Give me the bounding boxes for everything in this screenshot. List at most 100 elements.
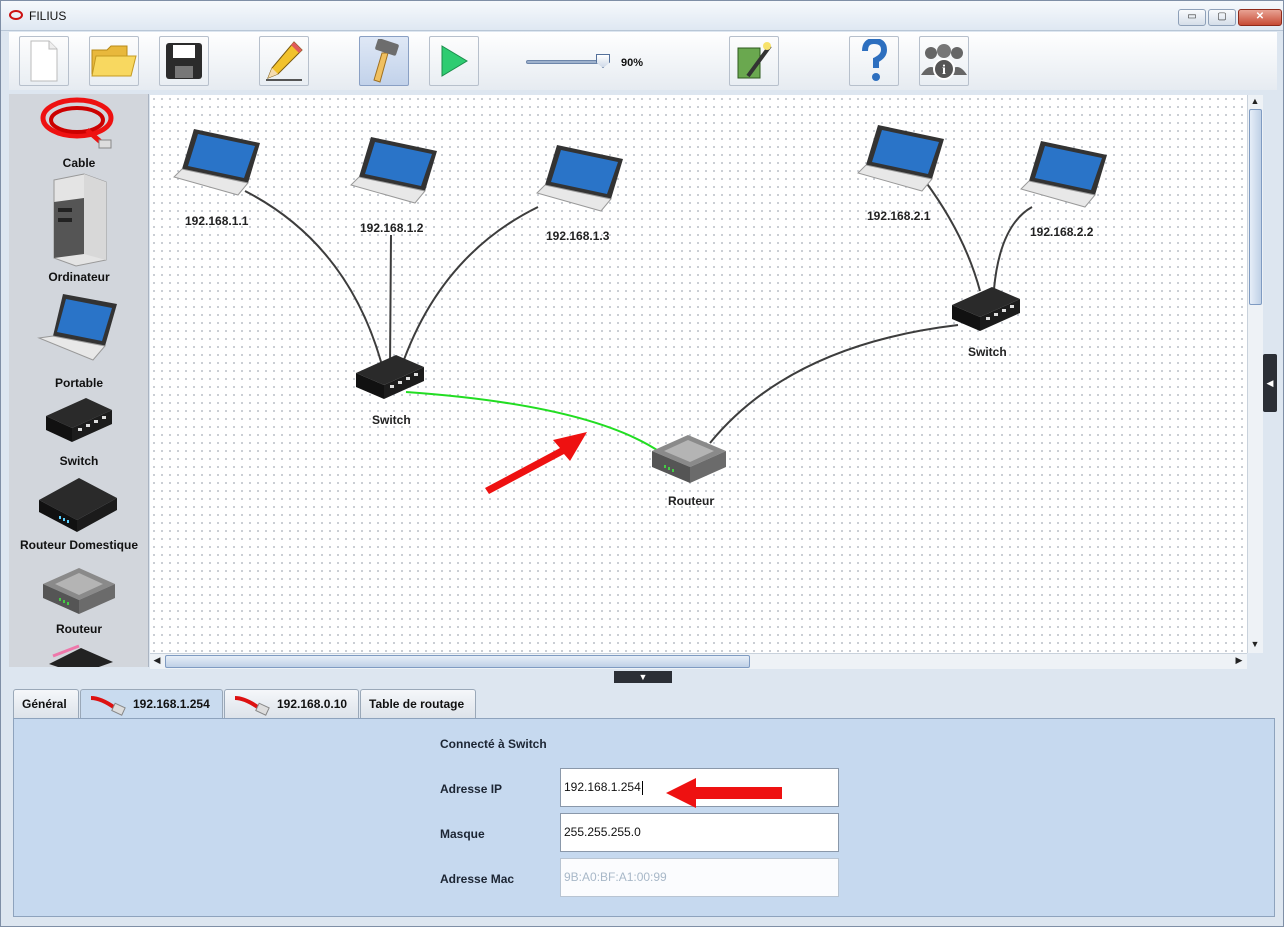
switch-icon <box>46 398 112 442</box>
palette-router[interactable] <box>9 560 148 623</box>
mac-address-label: Adresse Mac <box>440 872 515 886</box>
router-label: Routeur <box>668 494 714 508</box>
close-button[interactable]: ✕ <box>1238 9 1282 26</box>
annotation-arrow <box>485 432 587 494</box>
cable-icon <box>40 97 114 149</box>
laptop-device <box>1020 141 1107 208</box>
scroll-right-arrow-icon[interactable]: ▶ <box>1232 655 1246 666</box>
zoom-level: 90% <box>621 57 644 69</box>
cable-link <box>709 324 959 444</box>
tab-routing-table-label: Table de routage <box>369 697 465 711</box>
pencil-icon <box>266 41 303 81</box>
computer-tower-icon <box>53 173 107 267</box>
magic-book-icon <box>737 42 772 79</box>
palette-label-computer: Ordinateur <box>48 270 110 284</box>
palette-label-home-router: Routeur Domestique <box>19 538 138 552</box>
palette-label-cable: Cable <box>62 156 96 170</box>
switch-label: Switch <box>968 345 1007 359</box>
design-mode-button[interactable] <box>259 36 309 86</box>
tab-general-label: Général <box>22 697 67 711</box>
text-caret <box>641 780 643 795</box>
horizontal-scrollbar[interactable]: ◀ ▶ <box>150 653 1247 669</box>
mac-address-input: 9B:A0:BF:A1:00:99 <box>560 858 839 897</box>
home-router-icon <box>39 478 117 532</box>
folder-icon <box>91 45 137 77</box>
floppy-disk-icon <box>166 43 202 79</box>
palette-cable[interactable] <box>9 96 148 159</box>
laptop-label: 192.168.1.2 <box>360 221 424 235</box>
zoom-slider-thumb[interactable] <box>596 54 610 68</box>
cable-connector-icon <box>234 695 270 716</box>
cable-link <box>389 234 392 368</box>
switch-device <box>952 287 1020 331</box>
minimize-button[interactable]: ▭ <box>1178 9 1206 26</box>
ip-address-value: 192.168.1.254 <box>564 780 641 794</box>
window-title: FILIUS <box>29 9 67 23</box>
scroll-down-arrow-icon[interactable]: ▼ <box>1248 639 1262 649</box>
palette-label-laptop: Portable <box>54 376 103 390</box>
router-icon <box>43 568 115 614</box>
play-icon <box>441 45 468 77</box>
subnet-mask-label: Masque <box>440 827 485 841</box>
tab-interface-2[interactable]: 192.168.0.10 <box>224 689 359 718</box>
tab-interface-2-label: 192.168.0.10 <box>277 697 348 711</box>
cable-connector-icon <box>90 695 126 716</box>
laptop-device <box>173 129 260 196</box>
palette-label-switch: Switch <box>59 454 99 468</box>
laptop-label: 192.168.2.2 <box>1030 225 1094 239</box>
switch-label: Switch <box>372 413 411 427</box>
save-file-button[interactable] <box>159 36 209 86</box>
horizontal-scroll-thumb[interactable] <box>165 655 750 668</box>
subnet-mask-input[interactable]: 255.255.255.0 <box>560 813 839 852</box>
build-mode-button[interactable] <box>359 36 409 86</box>
vertical-scroll-thumb[interactable] <box>1249 109 1262 305</box>
info-users-icon: i <box>921 44 967 80</box>
laptop-label: 192.168.1.3 <box>546 229 610 243</box>
question-mark-icon <box>862 39 888 81</box>
tab-routing-table[interactable]: Table de routage <box>360 689 476 718</box>
palette-label-router: Routeur <box>56 622 102 636</box>
hammer-icon <box>373 39 399 83</box>
palette-home-router[interactable] <box>9 472 148 539</box>
ip-address-label: Adresse IP <box>440 782 503 796</box>
tab-general[interactable]: Général <box>13 689 79 718</box>
tab-interface-1-label: 192.168.1.254 <box>133 697 210 711</box>
about-button[interactable]: i <box>919 36 969 86</box>
simulate-button[interactable] <box>429 36 479 86</box>
scroll-up-arrow-icon[interactable]: ▲ <box>1248 96 1262 106</box>
maximize-button[interactable]: ▢ <box>1208 9 1236 26</box>
help-button[interactable] <box>849 36 899 86</box>
connected-to-text: Connecté à Switch <box>440 737 547 751</box>
cable-link <box>244 190 384 370</box>
palette-modem[interactable] <box>9 644 148 667</box>
annotation-arrow <box>666 778 782 808</box>
toolbar: 90% i <box>9 32 1277 90</box>
interface-properties-panel: Connecté à Switch Adresse IP 192.168.1.2… <box>13 718 1275 917</box>
zoom-slider-track[interactable] <box>526 60 606 64</box>
collapse-panel-handle[interactable]: ▼ <box>614 671 672 683</box>
title-bar: FILIUS ▭ ▢ ✕ <box>1 1 1283 31</box>
filius-logo-icon <box>9 10 23 20</box>
vertical-scrollbar[interactable]: ▲ ▼ <box>1247 95 1263 653</box>
cable-link-highlighted <box>405 391 661 453</box>
laptop-icon <box>37 294 117 361</box>
modem-icon <box>49 644 113 667</box>
cable-link <box>924 180 981 292</box>
palette-computer[interactable] <box>9 172 148 271</box>
network-canvas[interactable]: 192.168.1.1 192.168.1.2 192.168.1.3 192.… <box>150 95 1247 653</box>
palette-laptop[interactable] <box>9 290 148 367</box>
laptop-label: 192.168.2.1 <box>867 209 931 223</box>
wizard-button[interactable] <box>729 36 779 86</box>
cable-link <box>993 206 1033 290</box>
scroll-left-arrow-icon[interactable]: ◀ <box>150 655 164 666</box>
collapse-right-handle[interactable]: ◀ <box>1263 354 1277 412</box>
new-file-button[interactable] <box>19 36 69 86</box>
new-document-icon <box>30 40 58 82</box>
network-drawing <box>173 125 1107 494</box>
palette-switch[interactable] <box>9 394 148 449</box>
filius-window: FILIUS ▭ ▢ ✕ 90% i Cable Ordinateur Port… <box>0 0 1284 927</box>
tab-interface-1[interactable]: 192.168.1.254 <box>80 689 223 720</box>
open-file-button[interactable] <box>89 36 139 86</box>
component-palette: Cable Ordinateur Portable Switch Routeur… <box>9 94 149 667</box>
laptop-device <box>536 145 623 212</box>
